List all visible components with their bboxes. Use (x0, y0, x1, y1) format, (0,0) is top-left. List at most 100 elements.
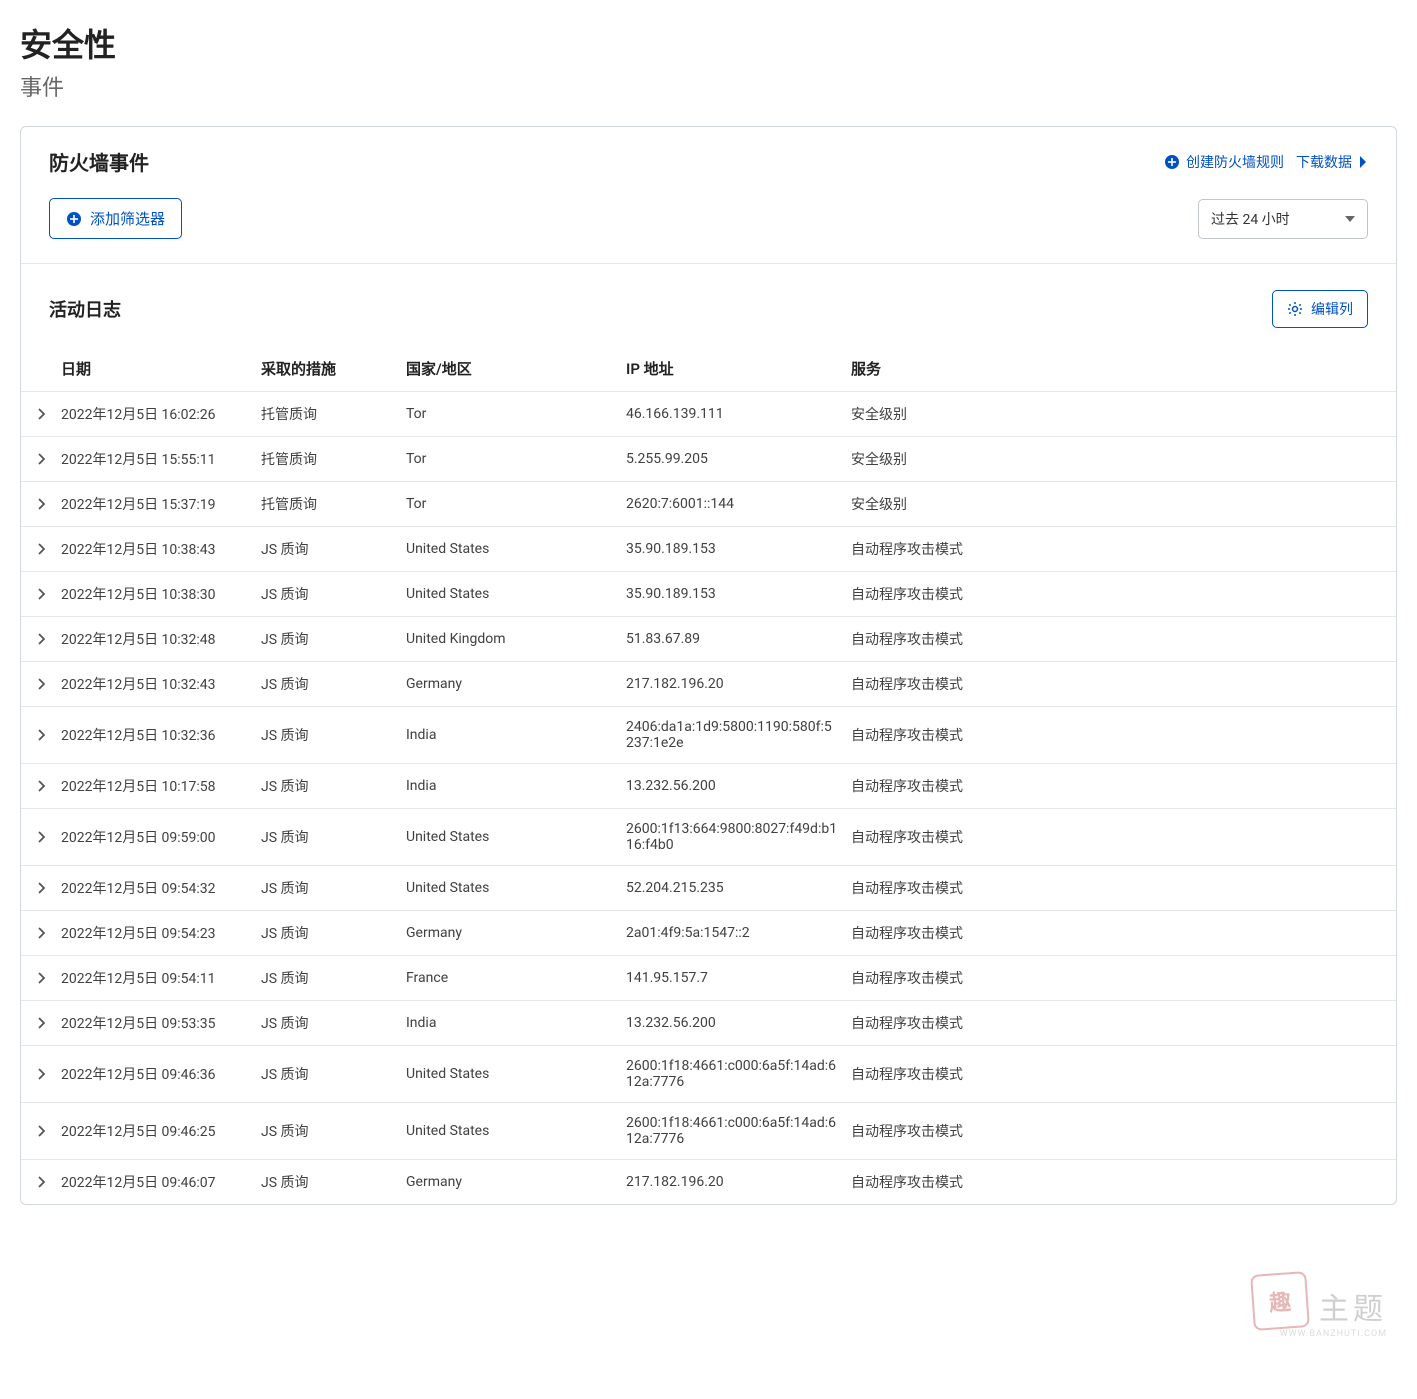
time-range-select[interactable]: 过去 24 小时 (1198, 199, 1368, 239)
plus-circle-icon (1164, 154, 1180, 170)
cell-date: 2022年12月5日 09:54:23 (61, 923, 261, 943)
cell-ip: 51.83.67.89 (626, 631, 851, 647)
cell-country: India (406, 727, 626, 743)
expand-row-button[interactable] (21, 588, 61, 600)
table-row[interactable]: 2022年12月5日 16:02:26托管质询Tor46.166.139.111… (21, 391, 1396, 436)
cell-ip: 2600:1f18:4661:c000:6a5f:14ad:612a:7776 (626, 1115, 851, 1147)
table-row[interactable]: 2022年12月5日 10:38:30JS 质询United States35.… (21, 571, 1396, 616)
cell-date: 2022年12月5日 15:37:19 (61, 494, 261, 514)
cell-service: 自动程序攻击模式 (851, 1121, 1051, 1141)
cell-date: 2022年12月5日 09:46:36 (61, 1064, 261, 1084)
table-row[interactable]: 2022年12月5日 09:54:23JS 质询Germany2a01:4f9:… (21, 910, 1396, 955)
table-header-row: 日期 采取的措施 国家/地区 IP 地址 服务 (21, 346, 1396, 391)
table-row[interactable]: 2022年12月5日 10:32:43JS 质询Germany217.182.1… (21, 661, 1396, 706)
cell-country: Tor (406, 451, 626, 467)
cell-action: JS 质询 (261, 923, 406, 943)
cell-country: Germany (406, 1174, 626, 1190)
cell-ip: 13.232.56.200 (626, 1015, 851, 1031)
download-data-link[interactable]: 下载数据 (1296, 152, 1368, 172)
table-row[interactable]: 2022年12月5日 09:54:32JS 质询United States52.… (21, 865, 1396, 910)
cell-country: United States (406, 1066, 626, 1082)
cell-action: JS 质询 (261, 1172, 406, 1192)
col-action: 采取的措施 (261, 358, 406, 379)
table-row[interactable]: 2022年12月5日 15:55:11托管质询Tor5.255.99.205安全… (21, 436, 1396, 481)
table-row[interactable]: 2022年12月5日 10:32:48JS 质询United Kingdom51… (21, 616, 1396, 661)
table-row[interactable]: 2022年12月5日 09:54:11JS 质询France141.95.157… (21, 955, 1396, 1000)
chevron-right-icon (37, 1017, 45, 1029)
cell-country: United Kingdom (406, 631, 626, 647)
caret-down-icon (1345, 216, 1355, 222)
expand-row-button[interactable] (21, 633, 61, 645)
expand-row-button[interactable] (21, 453, 61, 465)
table-row[interactable]: 2022年12月5日 09:59:00JS 质询United States260… (21, 808, 1396, 865)
chevron-right-icon (37, 543, 45, 555)
cell-action: JS 质询 (261, 827, 406, 847)
edit-columns-button[interactable]: 编辑列 (1272, 290, 1368, 328)
table-row[interactable]: 2022年12月5日 09:46:25JS 质询United States260… (21, 1102, 1396, 1159)
cell-service: 自动程序攻击模式 (851, 1013, 1051, 1033)
cell-country: India (406, 1015, 626, 1031)
chevron-right-icon (37, 1068, 45, 1080)
expand-row-button[interactable] (21, 1176, 61, 1188)
cell-action: 托管质询 (261, 494, 406, 514)
watermark: 趣 主题 WWW.BANZHUTI.COM (1252, 1273, 1387, 1339)
chevron-right-icon (37, 678, 45, 690)
table-row[interactable]: 2022年12月5日 09:46:36JS 质询United States260… (21, 1045, 1396, 1102)
cell-date: 2022年12月5日 16:02:26 (61, 404, 261, 424)
table-row[interactable]: 2022年12月5日 10:32:36JS 质询India2406:da1a:1… (21, 706, 1396, 763)
expand-row-button[interactable] (21, 1068, 61, 1080)
cell-action: JS 质询 (261, 584, 406, 604)
cell-action: JS 质询 (261, 1121, 406, 1141)
chevron-right-icon (37, 927, 45, 939)
cell-country: United States (406, 541, 626, 557)
chevron-right-icon (37, 1125, 45, 1137)
col-country: 国家/地区 (406, 358, 626, 379)
cell-action: JS 质询 (261, 878, 406, 898)
cell-service: 自动程序攻击模式 (851, 923, 1051, 943)
cell-ip: 2406:da1a:1d9:5800:1190:580f:5237:1e2e (626, 719, 851, 751)
cell-ip: 2600:1f18:4661:c000:6a5f:14ad:612a:7776 (626, 1058, 851, 1090)
expand-row-button[interactable] (21, 882, 61, 894)
expand-row-button[interactable] (21, 498, 61, 510)
table-row[interactable]: 2022年12月5日 09:53:35JS 质询India13.232.56.2… (21, 1000, 1396, 1045)
cell-action: JS 质询 (261, 539, 406, 559)
watermark-seal: 趣 (1250, 1271, 1310, 1331)
activity-log-header: 活动日志 编辑列 (21, 264, 1396, 346)
expand-row-button[interactable] (21, 972, 61, 984)
table-row[interactable]: 2022年12月5日 10:38:43JS 质询United States35.… (21, 526, 1396, 571)
download-label: 下载数据 (1296, 152, 1352, 172)
create-firewall-rule-link[interactable]: 创建防火墙规则 (1164, 152, 1284, 172)
page-subtitle: 事件 (20, 70, 1397, 102)
cell-date: 2022年12月5日 09:54:11 (61, 968, 261, 988)
expand-row-button[interactable] (21, 543, 61, 555)
expand-row-button[interactable] (21, 831, 61, 843)
expand-row-button[interactable] (21, 678, 61, 690)
cell-service: 自动程序攻击模式 (851, 878, 1051, 898)
cell-date: 2022年12月5日 09:59:00 (61, 827, 261, 847)
cell-ip: 217.182.196.20 (626, 1174, 851, 1190)
cell-service: 自动程序攻击模式 (851, 725, 1051, 745)
chevron-right-icon (37, 498, 45, 510)
expand-row-button[interactable] (21, 780, 61, 792)
table-body: 2022年12月5日 16:02:26托管质询Tor46.166.139.111… (21, 391, 1396, 1204)
expand-row-button[interactable] (21, 1125, 61, 1137)
cell-service: 自动程序攻击模式 (851, 776, 1051, 796)
cell-action: JS 质询 (261, 674, 406, 694)
cell-ip: 35.90.189.153 (626, 586, 851, 602)
table-row[interactable]: 2022年12月5日 15:37:19托管质询Tor2620:7:6001::1… (21, 481, 1396, 526)
add-filter-button[interactable]: 添加筛选器 (49, 198, 182, 239)
table-row[interactable]: 2022年12月5日 10:17:58JS 质询India13.232.56.2… (21, 763, 1396, 808)
cell-country: Tor (406, 496, 626, 512)
table-row[interactable]: 2022年12月5日 09:46:07JS 质询Germany217.182.1… (21, 1159, 1396, 1204)
chevron-right-icon (37, 408, 45, 420)
cell-action: JS 质询 (261, 629, 406, 649)
expand-row-button[interactable] (21, 927, 61, 939)
cell-ip: 141.95.157.7 (626, 970, 851, 986)
chevron-right-icon (37, 780, 45, 792)
expand-row-button[interactable] (21, 408, 61, 420)
cell-service: 安全级别 (851, 449, 1051, 469)
col-ip: IP 地址 (626, 358, 851, 379)
add-filter-label: 添加筛选器 (90, 208, 165, 229)
expand-row-button[interactable] (21, 1017, 61, 1029)
expand-row-button[interactable] (21, 729, 61, 741)
